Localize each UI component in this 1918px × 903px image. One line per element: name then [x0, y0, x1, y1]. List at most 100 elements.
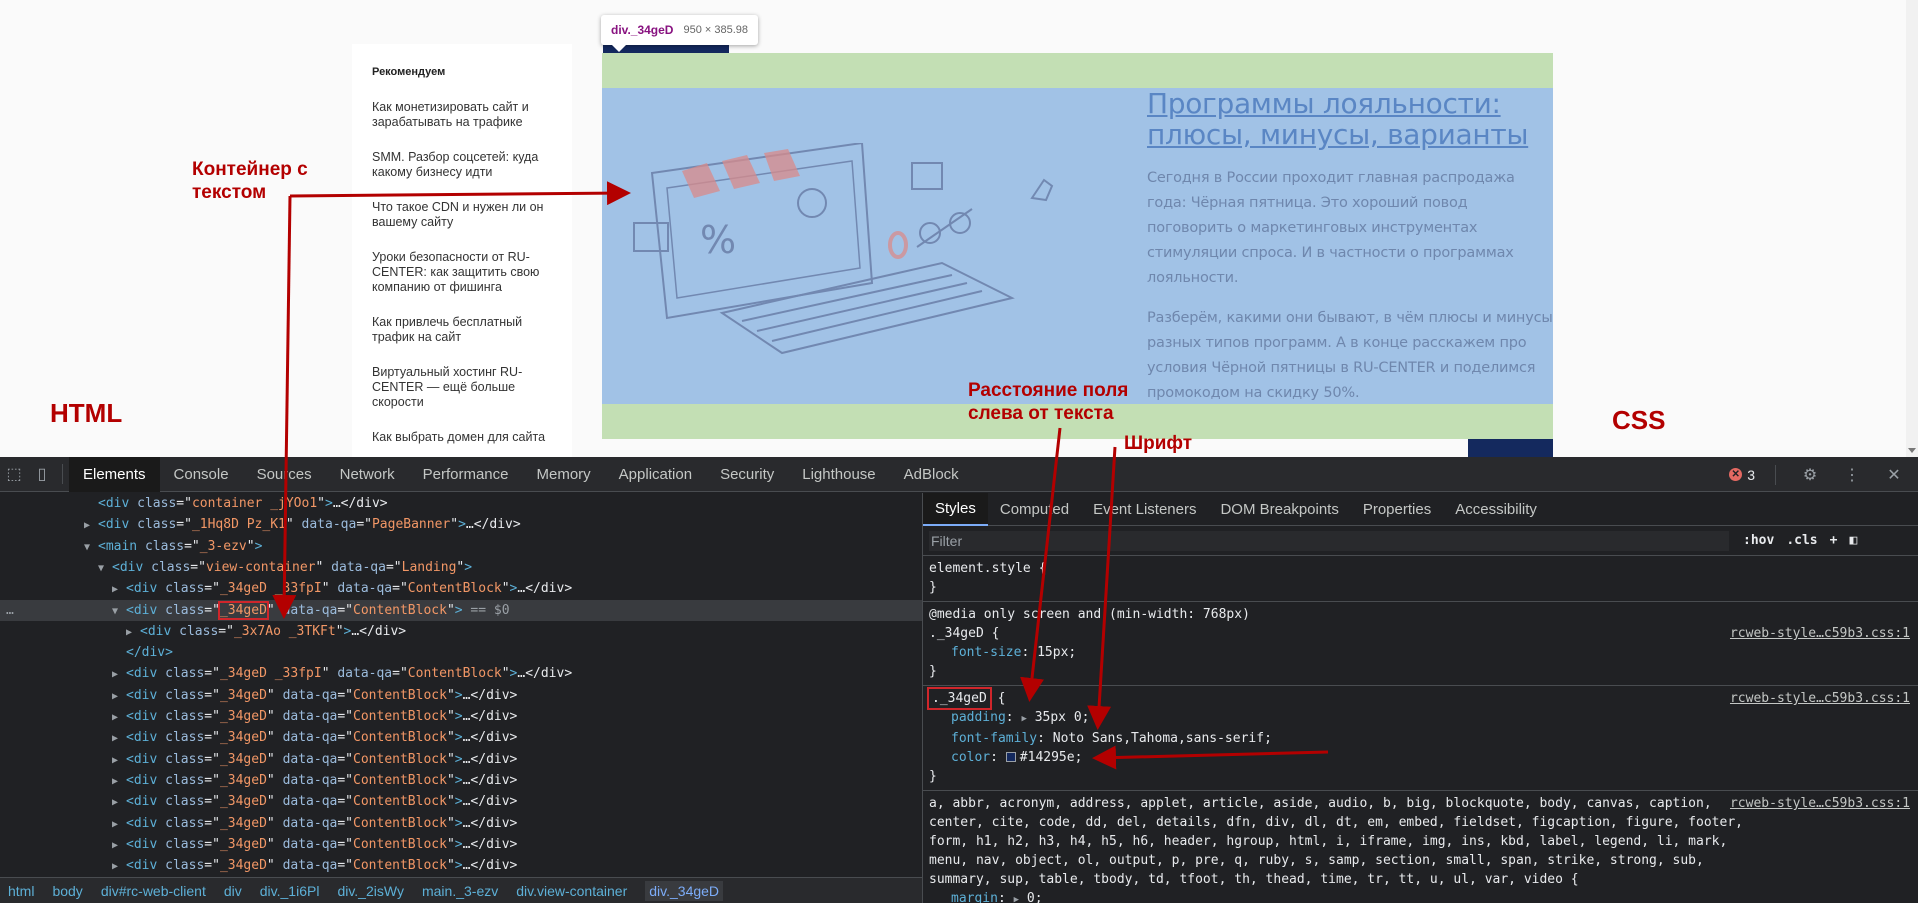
styles-filter-input[interactable]	[929, 530, 1729, 551]
property-value[interactable]: 0;	[1027, 891, 1043, 903]
device-toolbar-icon[interactable]: ▯	[28, 457, 56, 492]
tab-performance[interactable]: Performance	[409, 457, 523, 492]
expand-triangle-icon[interactable]: ▶	[112, 814, 126, 835]
sidebar-link[interactable]: Виртуальный хостинг RU-CENTER — ещё боль…	[372, 365, 552, 410]
tab-network[interactable]: Network	[326, 457, 409, 492]
expand-triangle-icon[interactable]: ▶	[112, 792, 126, 813]
article-title-link[interactable]: Программы лояльности: плюсы, минусы, вар…	[1147, 88, 1553, 150]
stylesheet-link[interactable]: rcweb-style…c59b3.css:1	[1730, 689, 1910, 708]
dom-node[interactable]: ▶ <div class="_34geD _33fpI" data-qa="Con…	[0, 578, 572, 599]
expand-triangle-icon[interactable]: ▶	[112, 750, 126, 771]
expand-triangle-icon[interactable]: ▼	[112, 601, 126, 622]
tab-memory[interactable]: Memory	[523, 457, 605, 492]
expand-triangle-icon[interactable]: ▶	[112, 728, 126, 749]
sidebar-link[interactable]: Что такое CDN и нужен ли он вашему сайту	[372, 200, 552, 230]
tab-computed[interactable]: Computed	[988, 493, 1081, 526]
expand-triangle-icon[interactable]: ▶	[112, 686, 126, 707]
expand-triangle-icon[interactable]: ▶	[112, 856, 126, 877]
breadcrumb-item[interactable]: main._3-ezv	[422, 883, 498, 899]
color-swatch-icon[interactable]	[1005, 752, 1016, 762]
hover-state-toggle[interactable]: :hov	[1743, 533, 1774, 548]
dom-node[interactable]: ▶ <div class="_34geD" data-qa="ContentBlo…	[0, 727, 517, 748]
tab-lighthouse[interactable]: Lighthouse	[788, 457, 889, 492]
dom-node[interactable]: ▶ <div class="_34geD" data-qa="ContentBlo…	[0, 813, 517, 834]
sidebar-toggle-icon[interactable]: ◧	[1849, 533, 1857, 548]
dom-node[interactable]: ▶ <div class="_34geD" data-qa="ContentBlo…	[0, 791, 517, 812]
tab-styles[interactable]: Styles	[923, 493, 988, 526]
expand-triangle-icon[interactable]: ▶	[1021, 714, 1026, 724]
tab-console[interactable]: Console	[160, 457, 243, 492]
expand-triangle-icon[interactable]: ▼	[98, 558, 112, 579]
tab-security[interactable]: Security	[706, 457, 788, 492]
breadcrumb-item[interactable]: body	[52, 883, 82, 899]
page-scrollbar[interactable]	[1906, 0, 1918, 457]
property-name[interactable]: padding	[951, 710, 1006, 725]
dom-node[interactable]: ▶ <div class="_3x7Ao _3TKFt">…</div>	[0, 621, 406, 642]
property-name[interactable]: font-family	[951, 731, 1037, 746]
breadcrumb-item[interactable]: div#rc-web-client	[101, 883, 206, 899]
dom-node[interactable]: ▶ <div class="_34geD" data-qa="ContentBlo…	[0, 749, 517, 770]
sidebar-link[interactable]: Как выбрать домен для сайта	[372, 430, 552, 445]
dom-node[interactable]: ▼ <main class="_3-ezv">	[0, 536, 262, 557]
dom-node[interactable]: ▶ <div class="_34geD" data-qa="ContentBlo…	[0, 834, 517, 855]
expand-triangle-icon[interactable]: ▼	[84, 537, 98, 558]
cta-button[interactable]	[1468, 439, 1553, 457]
property-value[interactable]: 15px;	[1037, 645, 1076, 660]
property-name[interactable]: margin	[951, 891, 998, 903]
tab-accessibility[interactable]: Accessibility	[1443, 493, 1549, 526]
tab-properties[interactable]: Properties	[1351, 493, 1443, 526]
property-value[interactable]: 35px 0;	[1035, 710, 1090, 725]
dom-node[interactable]: ▶ <div class="_34geD" data-qa="ContentBlo…	[0, 855, 517, 876]
dom-node[interactable]: ▶ <div class="_34geD" data-qa="ContentBlo…	[0, 706, 517, 727]
dom-node[interactable]: ▶ <div class="_34geD" data-qa="ContentBlo…	[0, 770, 517, 791]
tab-sources[interactable]: Sources	[243, 457, 326, 492]
dom-node[interactable]: ▶ <div class="_34geD _33fpI" data-qa="Con…	[0, 663, 572, 684]
tab-event-listeners[interactable]: Event Listeners	[1081, 493, 1208, 526]
inspect-element-icon[interactable]: ⬚	[0, 457, 28, 492]
dom-node[interactable]: ▶ <div class="_1Hq8D Pz_K1" data-qa="Page…	[0, 514, 521, 535]
expand-triangle-icon[interactable]: ▶	[112, 707, 126, 728]
error-counter[interactable]: ✕ 3	[1729, 467, 1755, 483]
scroll-down-arrow-icon[interactable]	[1908, 448, 1916, 453]
expand-triangle-icon[interactable]: ▶	[112, 664, 126, 685]
expand-triangle-icon[interactable]: ▶	[1014, 895, 1019, 903]
breadcrumb-item[interactable]: div._2isWy	[337, 883, 404, 899]
tab-application[interactable]: Application	[605, 457, 706, 492]
expand-triangle-icon[interactable]: ▶	[112, 835, 126, 856]
rule-selector[interactable]: ._34geD {	[929, 626, 999, 641]
new-rule-button[interactable]: +	[1830, 533, 1838, 548]
breadcrumb-item[interactable]: div._1i6Pl	[260, 883, 320, 899]
sidebar-link[interactable]: Уроки безопасности от RU-CENTER: как защ…	[372, 250, 552, 295]
dom-node-selected[interactable]: … ▼ <div class="_34geD" data-qa="ContentBl…	[0, 599, 922, 622]
tab-elements[interactable]: Elements	[69, 456, 160, 492]
breadcrumb-item[interactable]: div	[224, 883, 242, 899]
class-toggle[interactable]: .cls	[1786, 533, 1817, 548]
dom-node[interactable]: ▼ <div class="view-container" data-qa="La…	[0, 557, 472, 578]
gear-icon[interactable]: ⚙	[1796, 457, 1824, 492]
dom-node[interactable]: ▶ <div class="_34geD" data-qa="ContentBlo…	[0, 685, 517, 706]
property-name[interactable]: font-size	[951, 645, 1021, 660]
expand-triangle-icon[interactable]: ▶	[112, 771, 126, 792]
node-menu-icon[interactable]: …	[6, 600, 14, 621]
expand-triangle-icon[interactable]: ▶	[84, 515, 98, 536]
more-options-icon[interactable]: ⋮	[1838, 457, 1866, 492]
expand-triangle-icon[interactable]: ▶	[126, 622, 140, 643]
dom-node[interactable]: </div>	[0, 642, 173, 663]
breadcrumb-item[interactable]: html	[8, 883, 34, 899]
sidebar-link[interactable]: Как привлечь бесплатный трафик на сайт	[372, 315, 552, 345]
dom-node[interactable]: <div class="container _jYOo1">…</div>	[0, 493, 388, 514]
sidebar-link[interactable]: Как монетизировать сайт и зарабатывать н…	[372, 100, 552, 130]
rule-selector-highlighted[interactable]: ._34geD	[927, 687, 992, 710]
rule-selector[interactable]: element.style {	[929, 559, 1912, 578]
stylesheet-link[interactable]: rcweb-style…c59b3.css:1	[1730, 624, 1910, 643]
property-value[interactable]: #14295e;	[1020, 750, 1083, 765]
breadcrumb-item[interactable]: div._34geD	[645, 880, 724, 901]
tab-dom-breakpoints[interactable]: DOM Breakpoints	[1208, 493, 1350, 526]
tab-adblock[interactable]: AdBlock	[890, 457, 973, 492]
sidebar-link[interactable]: SMM. Разбор соцсетей: куда какому бизнес…	[372, 150, 552, 180]
property-name[interactable]: color	[951, 750, 990, 765]
breadcrumb-item[interactable]: div.view-container	[516, 883, 627, 899]
close-icon[interactable]: ✕	[1880, 457, 1908, 492]
property-value[interactable]: Noto Sans,Tahoma,sans-serif;	[1053, 731, 1272, 746]
rule-selector[interactable]: a, abbr, acronym, address, applet, artic…	[929, 796, 1743, 887]
